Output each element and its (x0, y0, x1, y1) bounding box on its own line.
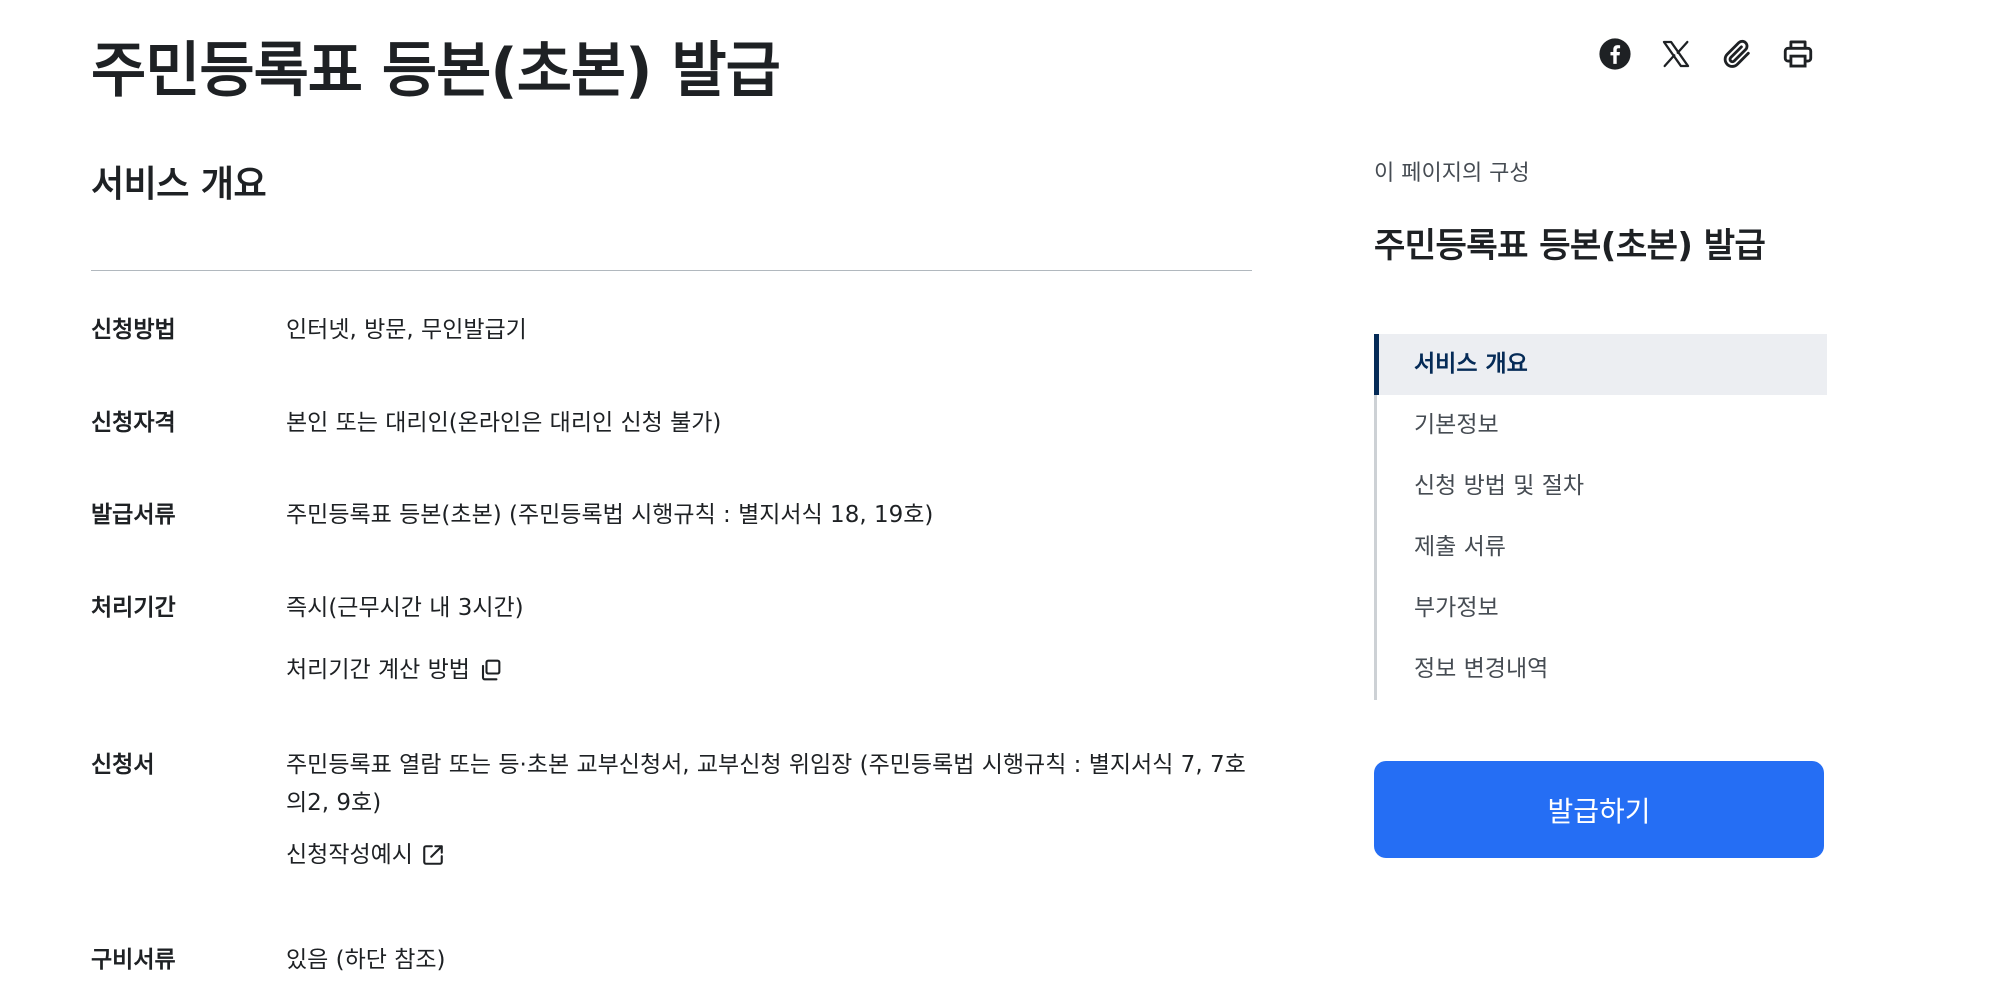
section-divider (91, 270, 1252, 271)
info-row-required-documents: 구비서류 있음 (하단 참조) (91, 933, 1252, 1003)
toc-item-method-procedure[interactable]: 신청 방법 및 절차 (1377, 456, 1827, 517)
toc-nav: 서비스 개요 기본정보 신청 방법 및 절차 제출 서류 부가정보 정보 변경내… (1374, 334, 1827, 700)
info-label: 구비서류 (91, 947, 176, 973)
external-link-icon (423, 845, 443, 865)
info-value-text: 인터넷, 방문, 무인발급기 (286, 317, 527, 343)
toc-item-basic-info[interactable]: 기본정보 (1377, 395, 1827, 456)
info-value: 즉시(근무시간 내 3시간) 처리기간 계산 방법 (286, 581, 1252, 689)
info-row-application-form: 신청서 주민등록표 열람 또는 등·초본 교부신청서, 교부신청 위임장 (주민… (91, 738, 1252, 933)
info-row-documents: 발급서류 주민등록표 등본(초본) (주민등록법 시행규칙 : 별지서식 18,… (91, 488, 1252, 581)
paperclip-icon[interactable] (1720, 36, 1754, 72)
info-row-processing-time: 처리기간 즉시(근무시간 내 3시간) 처리기간 계산 방법 (91, 581, 1252, 738)
printer-icon[interactable] (1781, 36, 1815, 72)
info-value-text: 주민등록표 열람 또는 등·초본 교부신청서, 교부신청 위임장 (주민등록법 … (286, 752, 1246, 816)
info-value: 인터넷, 방문, 무인발급기 (286, 303, 1252, 349)
overview-info-list: 신청방법 인터넷, 방문, 무인발급기 신청자격 본인 또는 대리인(온라인은 … (91, 303, 1252, 1003)
page-title: 주민등록표 등본(초본) 발급 (91, 36, 781, 106)
info-value: 본인 또는 대리인(온라인은 대리인 신청 불가) (286, 396, 1252, 442)
processing-time-calc-link[interactable]: 처리기간 계산 방법 (286, 651, 504, 689)
application-example-link[interactable]: 신청작성예시 (286, 836, 447, 874)
info-row-eligibility: 신청자격 본인 또는 대리인(온라인은 대리인 신청 불가) (91, 396, 1252, 488)
section-title-overview: 서비스 개요 (91, 164, 267, 205)
info-label: 발급서류 (91, 502, 176, 528)
toc-item-change-history[interactable]: 정보 변경내역 (1377, 639, 1827, 700)
info-value: 있음 (하단 참조) (286, 933, 1252, 979)
info-row-method: 신청방법 인터넷, 방문, 무인발급기 (91, 303, 1252, 396)
copy-window-icon (481, 659, 501, 681)
info-value: 주민등록표 열람 또는 등·초본 교부신청서, 교부신청 위임장 (주민등록법 … (286, 738, 1252, 874)
info-value: 주민등록표 등본(초본) (주민등록법 시행규칙 : 별지서식 18, 19호) (286, 488, 1252, 534)
info-label: 신청방법 (91, 317, 176, 343)
info-label: 신청자격 (91, 410, 176, 436)
info-value-text: 있음 (하단 참조) (286, 947, 446, 973)
x-icon[interactable] (1659, 36, 1693, 72)
info-value-text: 주민등록표 등본(초본) (주민등록법 시행규칙 : 별지서식 18, 19호) (286, 502, 934, 528)
toc-caption: 이 페이지의 구성 (1374, 161, 1530, 186)
toc-item-service-overview[interactable]: 서비스 개요 (1374, 334, 1827, 395)
link-label: 신청작성예시 (286, 842, 413, 868)
info-label: 처리기간 (91, 595, 176, 621)
toc-item-additional-info[interactable]: 부가정보 (1377, 578, 1827, 639)
toc-title: 주민등록표 등본(초본) 발급 (1374, 226, 1766, 266)
share-toolbar (1598, 36, 1815, 72)
issue-button[interactable]: 발급하기 (1374, 761, 1824, 858)
link-label: 처리기간 계산 방법 (286, 657, 470, 683)
toc-item-submit-documents[interactable]: 제출 서류 (1377, 517, 1827, 578)
facebook-icon[interactable] (1598, 36, 1632, 72)
info-label: 신청서 (91, 752, 155, 778)
info-value-text: 즉시(근무시간 내 3시간) (286, 595, 524, 621)
info-value-text: 본인 또는 대리인(온라인은 대리인 신청 불가) (286, 410, 722, 436)
